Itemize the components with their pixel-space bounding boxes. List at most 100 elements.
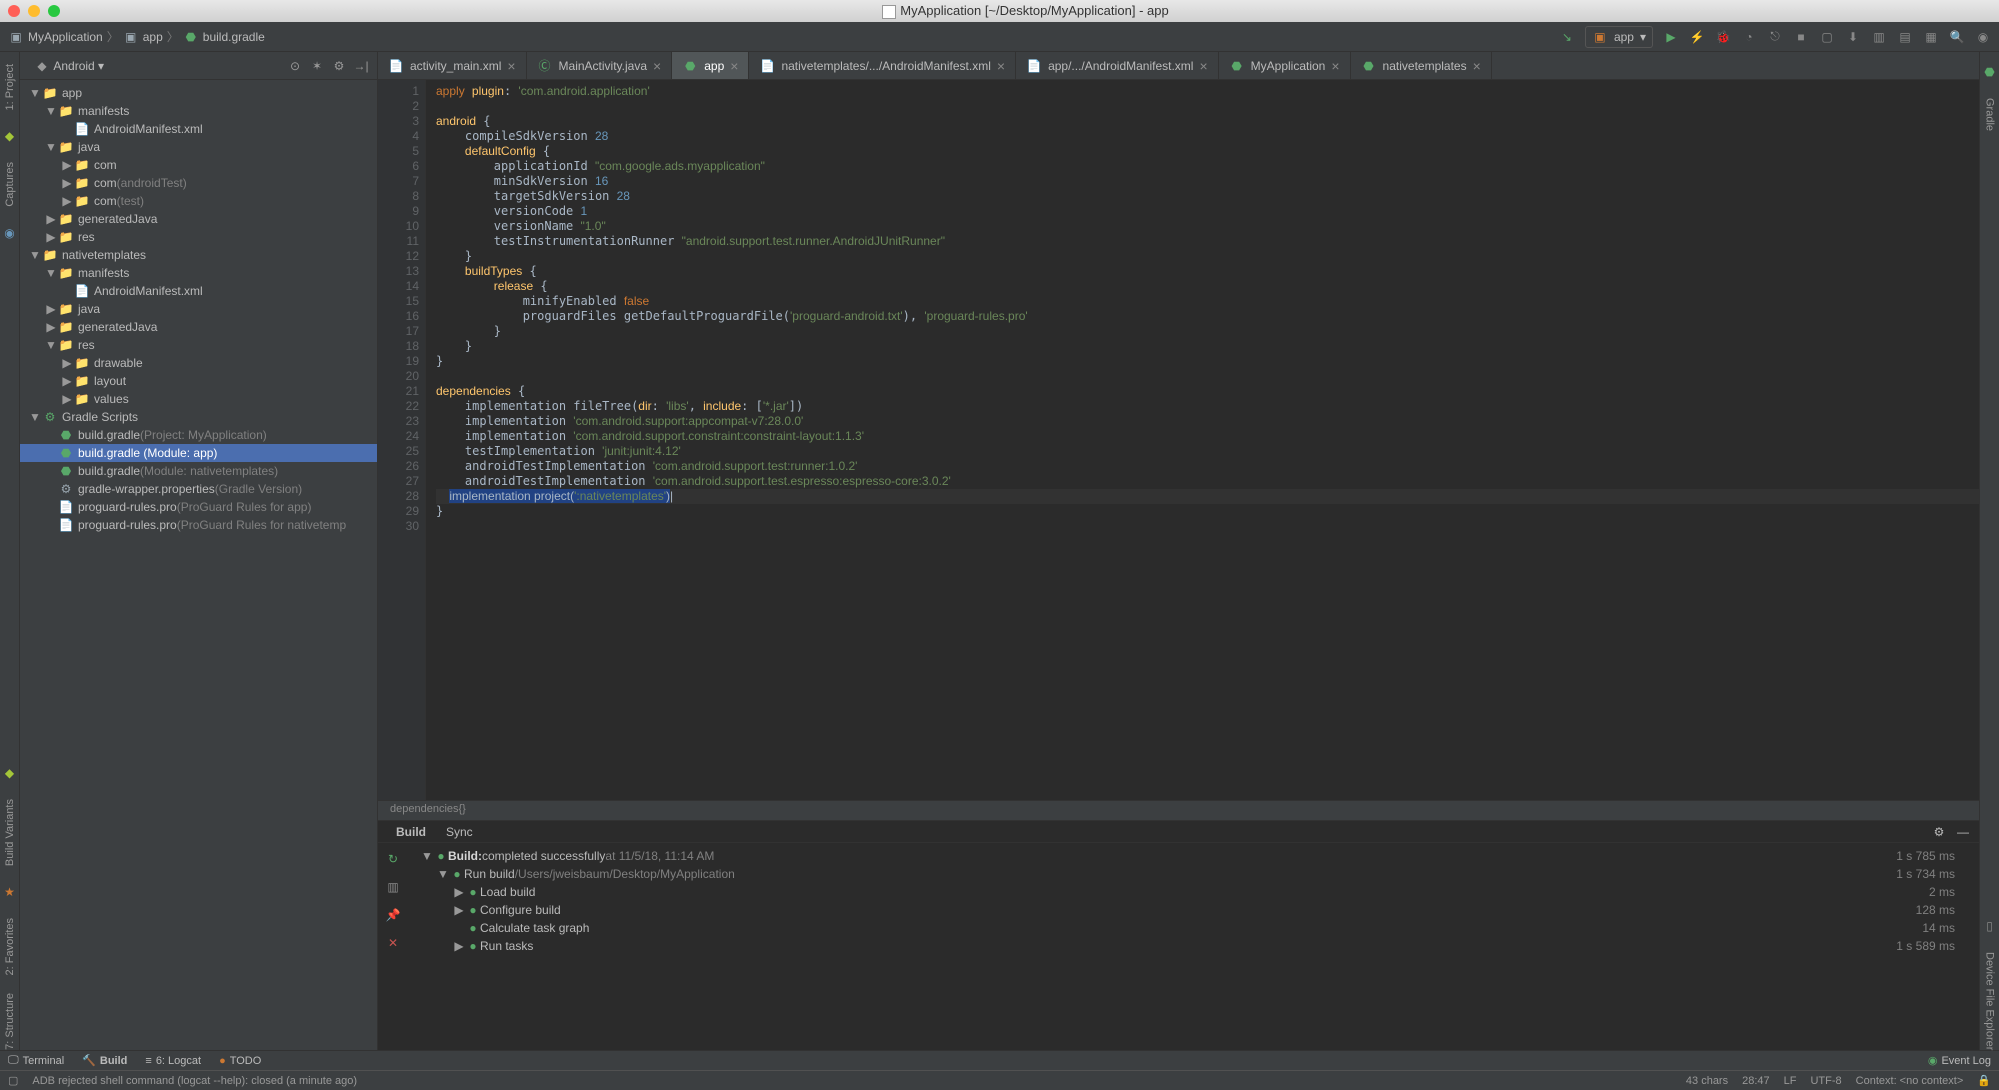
- tree-item[interactable]: ▶📁res: [20, 228, 377, 246]
- tree-item[interactable]: ▼📁res: [20, 336, 377, 354]
- expand-arrow-icon[interactable]: ▶: [60, 374, 74, 388]
- expand-arrow-icon[interactable]: ▼: [44, 266, 58, 280]
- tree-item[interactable]: 📄proguard-rules.pro (ProGuard Rules for …: [20, 516, 377, 534]
- close-tab-icon[interactable]: ×: [653, 58, 661, 74]
- filter-icon[interactable]: ▥: [385, 879, 401, 895]
- tree-item[interactable]: ▶📁com (androidTest): [20, 174, 377, 192]
- rerun-icon[interactable]: ↻: [385, 851, 401, 867]
- stripe-project[interactable]: 1: Project: [4, 64, 16, 110]
- gear-icon[interactable]: ⚙: [331, 58, 347, 74]
- tree-item[interactable]: ▶📁com (test): [20, 192, 377, 210]
- tree-item[interactable]: ⬣build.gradle (Module: nativetemplates): [20, 462, 377, 480]
- stripe-gradle[interactable]: Gradle: [1984, 98, 1996, 131]
- tree-item[interactable]: ⬣build.gradle (Module: app): [20, 444, 377, 462]
- tree-item[interactable]: ▼📁nativetemplates: [20, 246, 377, 264]
- avatar-icon[interactable]: ◉: [1975, 29, 1991, 45]
- tree-item[interactable]: ▶📁generatedJava: [20, 318, 377, 336]
- status-hide-icon[interactable]: ▢: [8, 1074, 18, 1087]
- dock-todo[interactable]: ●TODO: [219, 1055, 261, 1067]
- expand-arrow-icon[interactable]: ▼: [436, 867, 450, 881]
- breadcrumb[interactable]: ▣ MyApplication 〉 ▣ app 〉 ⬣ build.gradle: [8, 28, 265, 45]
- collapse-all-icon[interactable]: ✶: [309, 58, 325, 74]
- tree-item[interactable]: ▶📁values: [20, 390, 377, 408]
- scroll-from-source-icon[interactable]: ⊙: [287, 58, 303, 74]
- editor-tab[interactable]: ⬣app×: [672, 52, 749, 79]
- run-button[interactable]: ▶: [1663, 29, 1679, 45]
- close-window-icon[interactable]: [8, 5, 20, 17]
- zoom-window-icon[interactable]: [48, 5, 60, 17]
- debug-button[interactable]: 🐞: [1715, 29, 1731, 45]
- build-row[interactable]: ▼●Build: completed successfully at 11/5/…: [416, 847, 1971, 865]
- status-context[interactable]: Context: <no context>: [1856, 1075, 1964, 1087]
- close-tab-icon[interactable]: ×: [1331, 58, 1339, 74]
- expand-arrow-icon[interactable]: ▶: [452, 885, 466, 899]
- editor-tab[interactable]: ⬣nativetemplates×: [1351, 52, 1492, 79]
- expand-arrow-icon[interactable]: ▶: [44, 302, 58, 316]
- expand-arrow-icon[interactable]: ▼: [28, 86, 42, 100]
- tree-item[interactable]: ▶📁generatedJava: [20, 210, 377, 228]
- close-tab-icon[interactable]: ×: [507, 58, 515, 74]
- project-structure-icon[interactable]: ▤: [1897, 29, 1913, 45]
- avd-manager-icon[interactable]: ▢: [1819, 29, 1835, 45]
- build-tab-sync[interactable]: Sync: [436, 823, 483, 841]
- editor-tab[interactable]: ⒸMainActivity.java×: [527, 52, 673, 79]
- expand-arrow-icon[interactable]: ▼: [28, 410, 42, 424]
- build-row[interactable]: ▶●Run tasks1 s 589 ms: [416, 937, 1971, 955]
- editor-gutter[interactable]: 1234567891011121314151617181920212223242…: [378, 80, 426, 800]
- tree-item[interactable]: ▼📁app: [20, 84, 377, 102]
- tree-item[interactable]: ▶📁layout: [20, 372, 377, 390]
- expand-arrow-icon[interactable]: ▶: [44, 212, 58, 226]
- expand-arrow-icon[interactable]: ▶: [44, 320, 58, 334]
- settings-icon[interactable]: ▦: [1923, 29, 1939, 45]
- expand-arrow-icon[interactable]: ▼: [28, 248, 42, 262]
- tree-item[interactable]: ▼⚙Gradle Scripts: [20, 408, 377, 426]
- expand-arrow-icon[interactable]: ▼: [420, 849, 434, 863]
- dock-eventlog[interactable]: ◉Event Log: [1928, 1054, 1991, 1067]
- tree-item[interactable]: 📄AndroidManifest.xml: [20, 282, 377, 300]
- build-row[interactable]: ▶●Configure build128 ms: [416, 901, 1971, 919]
- status-line-separator[interactable]: LF: [1784, 1075, 1797, 1087]
- expand-arrow-icon[interactable]: ▶: [452, 903, 466, 917]
- minimize-window-icon[interactable]: [28, 5, 40, 17]
- stripe-build-variants[interactable]: Build Variants: [4, 799, 16, 866]
- expand-arrow-icon[interactable]: ▼: [44, 338, 58, 352]
- expand-arrow-icon[interactable]: ▶: [60, 176, 74, 190]
- tree-item[interactable]: ▶📁drawable: [20, 354, 377, 372]
- stripe-device-explorer[interactable]: Device File Explorer: [1984, 952, 1996, 1050]
- expand-arrow-icon[interactable]: ▼: [44, 140, 58, 154]
- tree-item[interactable]: ▶📁com: [20, 156, 377, 174]
- stop-icon[interactable]: ■: [1793, 29, 1809, 45]
- close-tab-icon[interactable]: ×: [1199, 58, 1207, 74]
- expand-arrow-icon[interactable]: ▶: [60, 392, 74, 406]
- dock-logcat[interactable]: ≡6: Logcat: [145, 1055, 201, 1067]
- tree-item[interactable]: ▼📁manifests: [20, 264, 377, 282]
- close-tab-icon[interactable]: ×: [730, 58, 738, 74]
- stop-icon[interactable]: ✕: [385, 935, 401, 951]
- project-view-dropdown[interactable]: Android ▾: [50, 59, 281, 73]
- gear-icon[interactable]: ⚙: [1931, 824, 1947, 840]
- close-tab-icon[interactable]: ×: [1473, 58, 1481, 74]
- tree-item[interactable]: 📄AndroidManifest.xml: [20, 120, 377, 138]
- stripe-captures[interactable]: Captures: [4, 162, 16, 207]
- tree-item[interactable]: ⬣build.gradle (Project: MyApplication): [20, 426, 377, 444]
- expand-arrow-icon[interactable]: ▶: [44, 230, 58, 244]
- hide-icon[interactable]: →|: [353, 58, 369, 74]
- build-output-tree[interactable]: ▼●Build: completed successfully at 11/5/…: [408, 843, 1979, 1050]
- stripe-favorites[interactable]: 2: Favorites: [4, 918, 16, 975]
- status-lock-icon[interactable]: 🔒: [1977, 1074, 1991, 1087]
- editor-tab[interactable]: ⬣MyApplication×: [1219, 52, 1351, 79]
- expand-arrow-icon[interactable]: ▶: [452, 939, 466, 953]
- tree-item[interactable]: ⚙gradle-wrapper.properties (Gradle Versi…: [20, 480, 377, 498]
- editor-tab[interactable]: 📄app/.../AndroidManifest.xml×: [1016, 52, 1219, 79]
- editor-tab[interactable]: 📄nativetemplates/.../AndroidManifest.xml…: [749, 52, 1016, 79]
- run-configuration-dropdown[interactable]: ▣ app ▾: [1585, 26, 1653, 48]
- expand-arrow-icon[interactable]: ▶: [60, 194, 74, 208]
- profile-icon[interactable]: ◔: [1741, 29, 1757, 45]
- project-tree[interactable]: ▼📁app▼📁manifests📄AndroidManifest.xml▼📁ja…: [20, 80, 377, 1050]
- editor-tabs[interactable]: 📄activity_main.xml×ⒸMainActivity.java×⬣a…: [378, 52, 1979, 80]
- status-encoding[interactable]: UTF-8: [1810, 1075, 1841, 1087]
- editor-tab[interactable]: 📄activity_main.xml×: [378, 52, 527, 79]
- build-row[interactable]: ▼●Run build /Users/jweisbaum/Desktop/MyA…: [416, 865, 1971, 883]
- expand-arrow-icon[interactable]: ▼: [44, 104, 58, 118]
- sdk-manager-icon[interactable]: ⬇: [1845, 29, 1861, 45]
